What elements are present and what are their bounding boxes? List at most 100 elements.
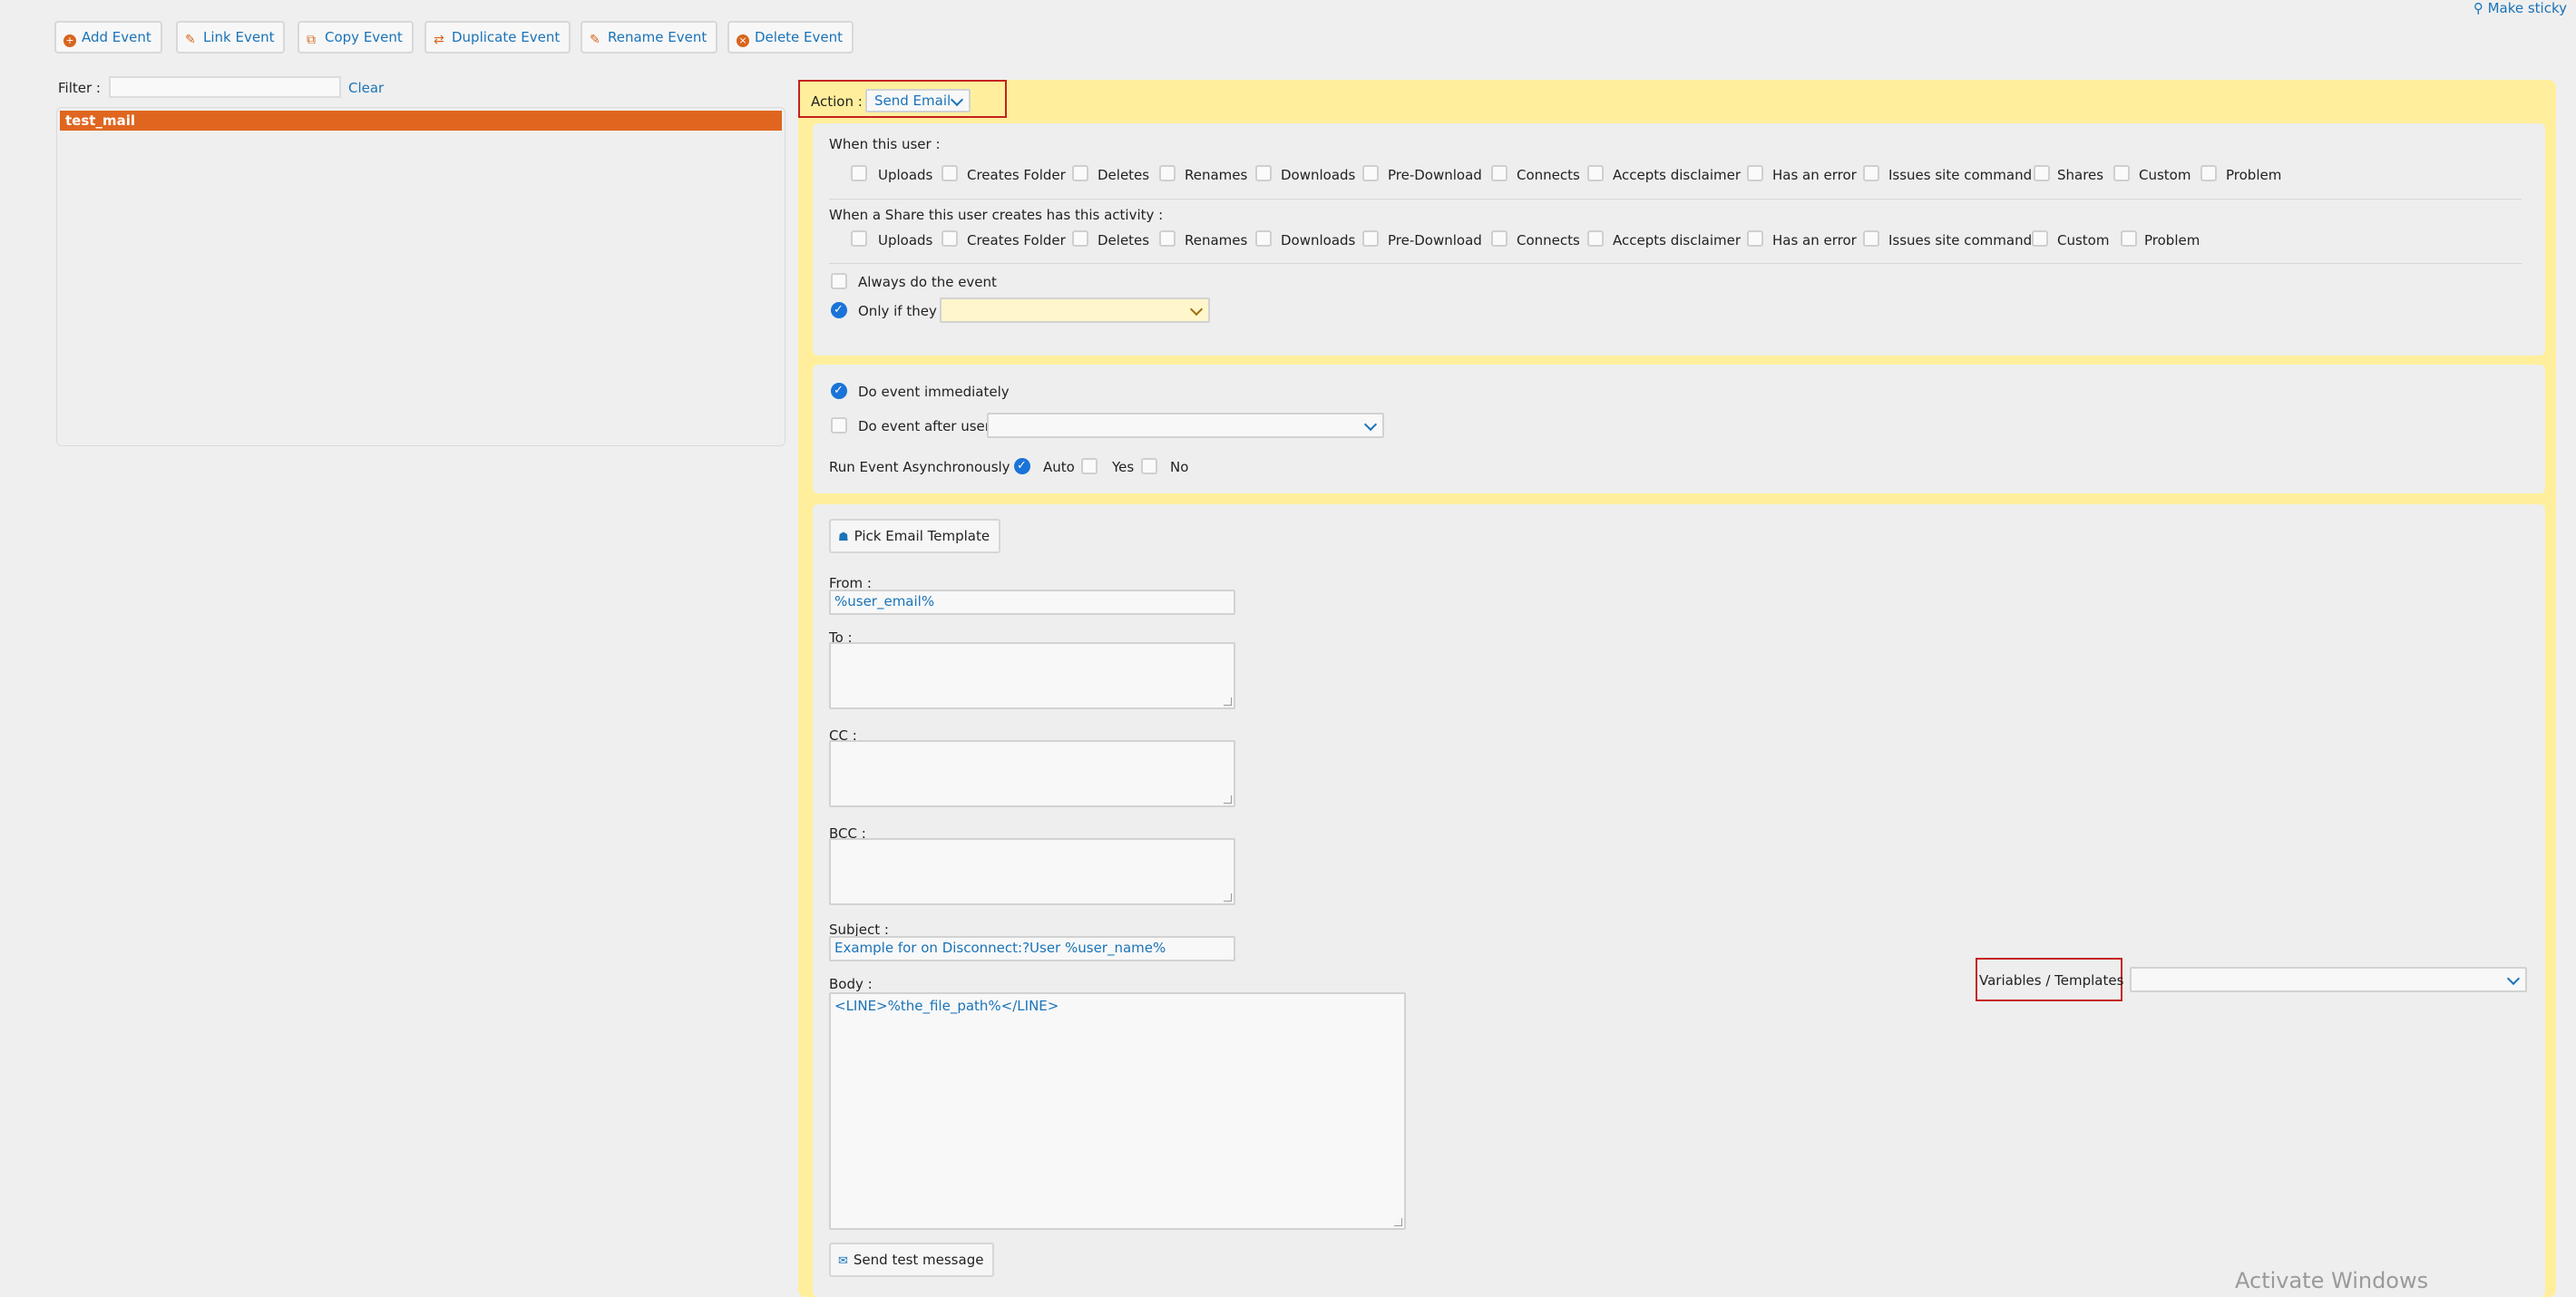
always-do-event-label: Always do the event: [858, 274, 997, 290]
user-renames-label: Renames: [1185, 167, 1248, 183]
share-connects-checkbox[interactable]: [1491, 230, 1508, 247]
share-uploads-label: Uploads: [878, 232, 933, 249]
action-label: Action :: [811, 93, 863, 110]
rename-event-button[interactable]: ✎ Rename Event: [581, 21, 718, 54]
body-label: Body :: [829, 976, 873, 992]
share-downloads-checkbox[interactable]: [1255, 230, 1272, 247]
share-has-error-label: Has an error: [1772, 232, 1857, 249]
event-list-item[interactable]: test_mail: [60, 111, 782, 131]
async-auto-radio[interactable]: [1014, 458, 1030, 474]
cc-field[interactable]: [829, 740, 1235, 807]
pick-email-template-button[interactable]: ☗ Pick Email Template: [829, 519, 1001, 553]
user-downloads-label: Downloads: [1281, 167, 1356, 183]
only-if-they-label: Only if they: [858, 303, 937, 319]
user-connects-label: Connects: [1517, 167, 1580, 183]
body-field[interactable]: <LINE>%the_file_path%</LINE>: [829, 992, 1406, 1230]
variables-templates-label: Variables / Templates: [1979, 972, 2124, 989]
share-triggers-heading: When a Share this user creates has this …: [829, 207, 1164, 223]
share-deletes-checkbox[interactable]: [1072, 230, 1088, 247]
share-renames-label: Renames: [1185, 232, 1248, 249]
share-accepts-disclaimer-checkbox[interactable]: [1587, 230, 1604, 247]
user-custom-checkbox[interactable]: [2113, 165, 2130, 181]
resize-handle-icon[interactable]: [1224, 795, 1232, 804]
do-immediately-checkbox[interactable]: [831, 383, 847, 399]
share-custom-label: Custom: [2057, 232, 2110, 249]
resize-handle-icon[interactable]: [1224, 893, 1232, 902]
user-renames-checkbox[interactable]: [1159, 165, 1176, 181]
do-after-user-select[interactable]: [987, 413, 1384, 438]
share-pre-download-label: Pre-Download: [1388, 232, 1482, 249]
user-accepts-disclaimer-checkbox[interactable]: [1587, 165, 1604, 181]
copy-event-button[interactable]: ⧉ Copy Event: [298, 21, 414, 54]
action-select[interactable]: Send Email: [865, 89, 971, 112]
user-connects-checkbox[interactable]: [1491, 165, 1508, 181]
share-issues-site-command-checkbox[interactable]: [1863, 230, 1879, 247]
user-accepts-disclaimer-label: Accepts disclaimer: [1613, 167, 1741, 183]
share-issues-site-command-label: Issues site command: [1888, 232, 2033, 249]
user-has-error-label: Has an error: [1772, 167, 1857, 183]
share-has-error-checkbox[interactable]: [1747, 230, 1763, 247]
chevron-down-icon: [1189, 302, 1204, 317]
filter-input[interactable]: [109, 76, 341, 98]
user-pre-download-label: Pre-Download: [1388, 167, 1482, 183]
share-renames-checkbox[interactable]: [1159, 230, 1176, 247]
chevron-down-icon: [950, 93, 964, 107]
do-immediately-label: Do event immediately: [858, 384, 1010, 400]
share-connects-label: Connects: [1517, 232, 1580, 249]
from-field[interactable]: %user_email%: [829, 590, 1235, 615]
to-field[interactable]: [829, 642, 1235, 709]
share-creates-folder-checkbox[interactable]: [942, 230, 958, 247]
share-downloads-label: Downloads: [1281, 232, 1356, 249]
user-deletes-label: Deletes: [1098, 167, 1150, 183]
make-sticky-link[interactable]: ⚲ Make sticky: [2474, 0, 2567, 16]
link-event-button[interactable]: ✎ Link Event: [176, 21, 286, 54]
user-problem-label: Problem: [2226, 167, 2282, 183]
user-shares-checkbox[interactable]: [2034, 165, 2050, 181]
user-creates-folder-checkbox[interactable]: [942, 165, 958, 181]
async-yes-radio[interactable]: [1081, 458, 1098, 474]
link-icon: ✎: [185, 33, 196, 47]
share-problem-checkbox[interactable]: [2121, 230, 2137, 247]
plus-icon: +: [63, 34, 76, 47]
user-problem-checkbox[interactable]: [2200, 165, 2217, 181]
async-label: Run Event Asynchronously :: [829, 459, 1020, 475]
async-no-label: No: [1170, 459, 1189, 475]
subject-field[interactable]: Example for on Disconnect:?User %user_na…: [829, 936, 1235, 961]
user-uploads-checkbox[interactable]: [851, 165, 867, 181]
event-list-panel: [56, 107, 785, 446]
async-auto-label: Auto: [1043, 459, 1075, 475]
user-creates-folder-label: Creates Folder: [967, 167, 1066, 183]
activate-windows-watermark: Activate Windows: [2235, 1268, 2429, 1293]
variables-templates-select[interactable]: [2130, 967, 2527, 992]
share-pre-download-checkbox[interactable]: [1362, 230, 1379, 247]
share-problem-label: Problem: [2144, 232, 2200, 249]
resize-handle-icon[interactable]: [1394, 1218, 1402, 1226]
async-no-radio[interactable]: [1141, 458, 1157, 474]
user-downloads-checkbox[interactable]: [1255, 165, 1272, 181]
template-icon: ☗: [838, 531, 849, 544]
share-custom-checkbox[interactable]: [2032, 230, 2048, 247]
add-event-button[interactable]: + Add Event: [54, 21, 162, 54]
delete-event-button[interactable]: × Delete Event: [727, 21, 854, 54]
do-after-user-checkbox[interactable]: [831, 417, 847, 434]
user-has-error-checkbox[interactable]: [1747, 165, 1763, 181]
bcc-field[interactable]: [829, 838, 1235, 905]
duplicate-event-button[interactable]: ⇄ Duplicate Event: [424, 21, 571, 54]
divider: [829, 263, 2522, 264]
pin-icon: ⚲: [2473, 0, 2488, 16]
share-creates-folder-label: Creates Folder: [967, 232, 1066, 249]
share-deletes-label: Deletes: [1098, 232, 1150, 249]
user-deletes-checkbox[interactable]: [1072, 165, 1088, 181]
user-shares-label: Shares: [2057, 167, 2104, 183]
resize-handle-icon[interactable]: [1224, 697, 1232, 706]
user-pre-download-checkbox[interactable]: [1362, 165, 1379, 181]
only-if-they-select[interactable]: [940, 297, 1210, 323]
only-if-they-checkbox[interactable]: [831, 302, 847, 318]
user-custom-label: Custom: [2139, 167, 2191, 183]
send-test-message-button[interactable]: ✉ Send test message: [829, 1243, 995, 1277]
clear-filter-link[interactable]: Clear: [348, 80, 384, 96]
always-do-event-checkbox[interactable]: [831, 273, 847, 289]
copy-icon: ⧉: [307, 33, 316, 47]
share-uploads-checkbox[interactable]: [851, 230, 867, 247]
user-issues-site-command-checkbox[interactable]: [1863, 165, 1879, 181]
